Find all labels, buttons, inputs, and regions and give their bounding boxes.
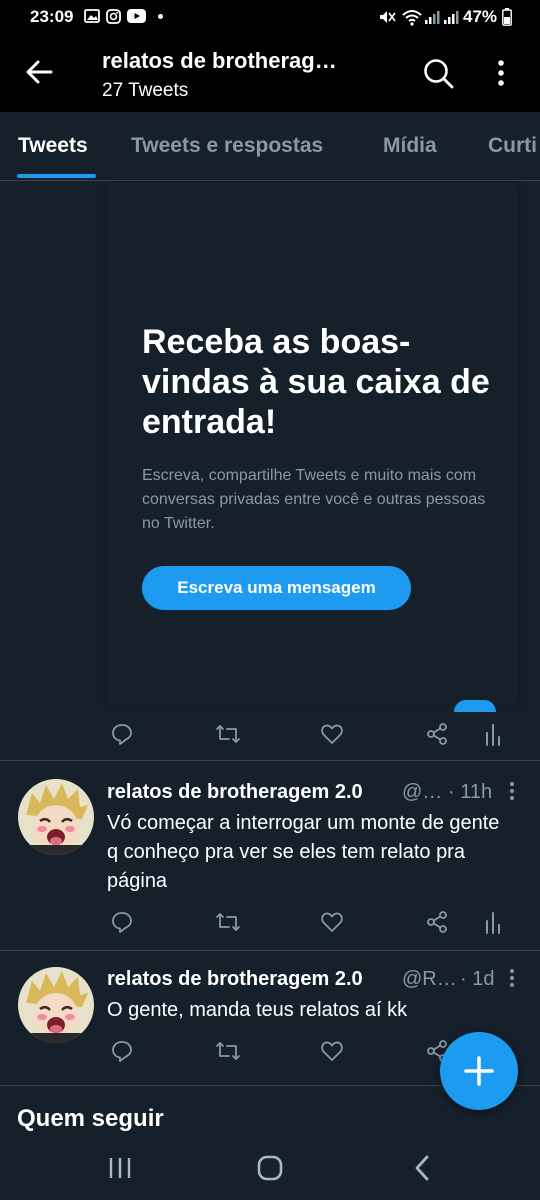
who-to-follow-title: Quem seguir: [17, 1105, 164, 1132]
tweet-text: O gente, manda teus relatos aí kk: [107, 999, 408, 1021]
retweet-icon[interactable]: [215, 722, 241, 746]
tweet-count: 27 Tweets: [102, 80, 189, 101]
youtube-icon: [127, 9, 146, 23]
share-icon[interactable]: [425, 722, 449, 746]
mute-icon: [378, 9, 396, 25]
tweet-more-icon[interactable]: [507, 781, 517, 803]
tweet-author-name[interactable]: relatos de brotheragem 2.0: [107, 968, 363, 991]
tweet-text: Vó começar a interrogar um monte de gent…: [107, 812, 500, 892]
analytics-icon[interactable]: [484, 722, 502, 746]
retweet-icon[interactable]: [215, 1039, 241, 1063]
reply-icon[interactable]: [110, 722, 134, 746]
compose-tweet-button[interactable]: [440, 1032, 518, 1110]
welcome-body: Escreva, compartilhe Tweets e muito mais…: [142, 467, 486, 532]
status-bar: [0, 0, 540, 34]
divider: [0, 950, 540, 951]
more-vertical-icon[interactable]: [494, 58, 508, 88]
reply-icon[interactable]: [110, 1039, 134, 1063]
recent-apps-icon[interactable]: [108, 1156, 132, 1180]
tweet-more-icon[interactable]: [507, 968, 517, 990]
analytics-icon[interactable]: [484, 910, 502, 934]
welcome-card: [108, 183, 518, 705]
avatar[interactable]: [18, 967, 94, 1043]
tab-tweets-replies[interactable]: Tweets e respostas: [131, 134, 323, 158]
like-icon[interactable]: [320, 910, 344, 934]
avatar[interactable]: [18, 779, 94, 855]
tab-media[interactable]: Mídia: [383, 134, 437, 158]
welcome-title: Receba as boas-vindas à sua caixa de ent…: [142, 323, 490, 441]
tweet-author-name[interactable]: relatos de brotheragem 2.0: [107, 781, 363, 804]
tweet-author-handle[interactable]: @…: [402, 781, 442, 804]
back-arrow-icon[interactable]: [24, 57, 54, 87]
divider: [0, 760, 540, 761]
tweet-timestamp: · 11h: [448, 781, 493, 803]
message-fab-peek[interactable]: [454, 700, 496, 712]
plus-icon: [464, 1056, 494, 1086]
reply-icon[interactable]: [110, 910, 134, 934]
signal-icon: [443, 9, 459, 25]
profile-title: relatos de brotherag…: [102, 48, 337, 73]
retweet-icon[interactable]: [215, 910, 241, 934]
tweet-timestamp: · 1d: [460, 968, 495, 990]
like-icon[interactable]: [320, 722, 344, 746]
tab-likes[interactable]: Curti: [488, 134, 540, 158]
tab-tweets[interactable]: Tweets: [18, 134, 88, 158]
back-icon[interactable]: [413, 1155, 431, 1181]
battery-icon: [502, 8, 512, 26]
home-icon[interactable]: [257, 1155, 283, 1181]
notification-dot-icon: [158, 14, 163, 19]
active-tab-indicator: [17, 174, 96, 178]
gallery-icon: [84, 9, 100, 23]
instagram-icon: [106, 9, 121, 24]
search-icon[interactable]: [422, 57, 454, 89]
wifi-icon: [401, 8, 423, 26]
like-icon[interactable]: [320, 1039, 344, 1063]
battery-percent: 47%: [463, 7, 498, 26]
signal-icon: [424, 9, 440, 25]
tweet-author-handle[interactable]: @R…: [402, 968, 457, 991]
share-icon[interactable]: [425, 910, 449, 934]
write-message-button[interactable]: Escreva uma mensagem: [142, 566, 411, 610]
status-time: 23:09: [30, 7, 74, 26]
